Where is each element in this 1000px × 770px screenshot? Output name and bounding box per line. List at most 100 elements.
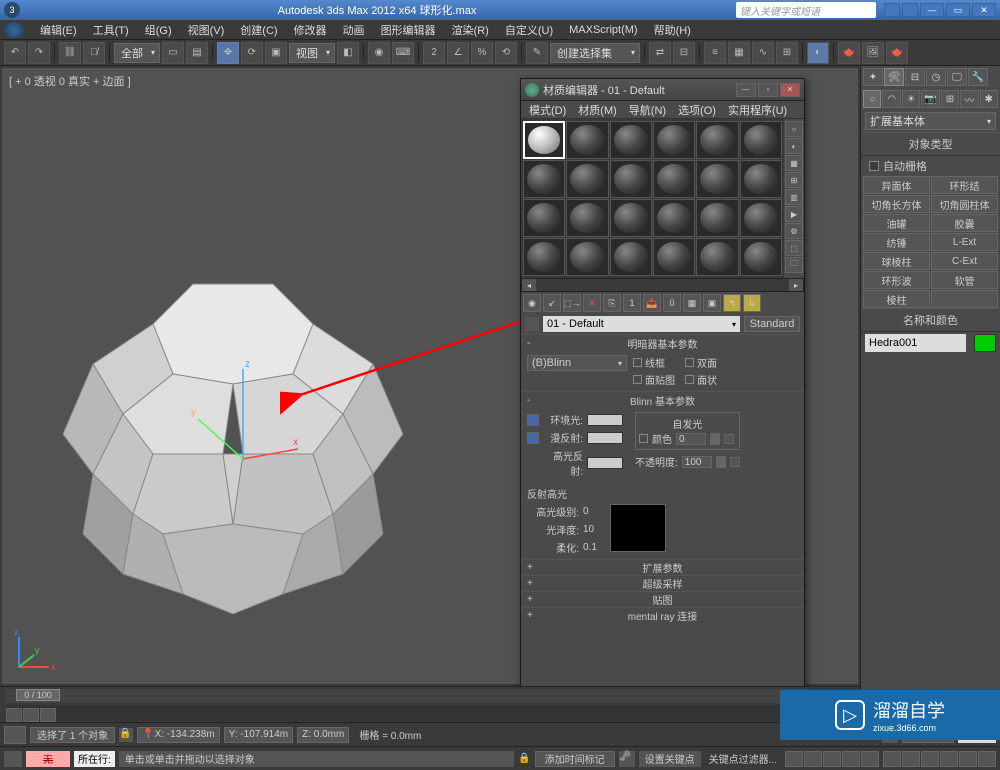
- ambient-lock-icon[interactable]: [527, 414, 539, 426]
- help-search-input[interactable]: 键入关键字或短语: [736, 2, 876, 18]
- motion-tab-icon[interactable]: ◷: [926, 68, 946, 86]
- help-button[interactable]: [902, 3, 918, 17]
- selfillum-spinner[interactable]: 0: [676, 433, 706, 445]
- systems-icon[interactable]: ✱: [980, 90, 998, 108]
- material-slot[interactable]: [740, 238, 782, 276]
- named-selection-dropdown[interactable]: 创建选择集: [550, 43, 640, 63]
- btn-cext[interactable]: C-Ext: [931, 252, 998, 270]
- redo-icon[interactable]: ↷: [28, 42, 50, 64]
- btn-hedra[interactable]: 异面体: [863, 176, 930, 194]
- material-slot[interactable]: [566, 238, 608, 276]
- select-scale-icon[interactable]: ▣: [265, 42, 287, 64]
- time-ruler[interactable]: [6, 705, 810, 721]
- select-by-mat-icon[interactable]: ⬚: [785, 240, 803, 256]
- video-color-icon[interactable]: ▥: [785, 189, 803, 205]
- maxscript-mini-icon[interactable]: [4, 726, 26, 744]
- put-to-library-icon[interactable]: 📥: [643, 294, 661, 312]
- helpers-icon[interactable]: ⊞: [941, 90, 959, 108]
- soften-spinner[interactable]: 0.1: [583, 542, 597, 553]
- autogrid-checkbox[interactable]: 自动栅格: [861, 156, 1000, 176]
- btn-hose[interactable]: 软管: [931, 271, 998, 289]
- get-material-icon[interactable]: ◉: [523, 294, 541, 312]
- cameras-icon[interactable]: 📷: [921, 90, 939, 108]
- material-editor-icon[interactable]: ◐: [807, 42, 829, 64]
- select-icon[interactable]: ▭: [162, 42, 184, 64]
- menu-group[interactable]: 组(G): [137, 22, 180, 38]
- material-slot[interactable]: [696, 121, 738, 159]
- rollout-blinn-params[interactable]: -Blinn 基本参数: [521, 392, 804, 408]
- link-icon[interactable]: ⛓: [59, 42, 81, 64]
- material-slot[interactable]: [653, 199, 695, 237]
- restore-button[interactable]: ▭: [946, 3, 970, 17]
- menu-maxscript[interactable]: MAXScript(M): [561, 24, 645, 36]
- material-slot[interactable]: [523, 238, 565, 276]
- btn-prism[interactable]: 棱柱: [863, 290, 930, 308]
- material-slot[interactable]: [740, 160, 782, 198]
- go-forward-icon[interactable]: ↳: [743, 294, 761, 312]
- hierarchy-tab-icon[interactable]: ⊟: [905, 68, 925, 86]
- menu-modifiers[interactable]: 修改器: [286, 22, 335, 38]
- scroll-right-icon[interactable]: ▸: [789, 279, 803, 291]
- selfillum-map-button[interactable]: [724, 434, 734, 444]
- shapes-icon[interactable]: ◠: [882, 90, 900, 108]
- dialog-minimize-button[interactable]: —: [736, 83, 756, 97]
- matmenu-utilities[interactable]: 实用程序(U): [722, 102, 793, 118]
- twosided-checkbox[interactable]: 双面: [685, 355, 717, 370]
- opacity-map-button[interactable]: [730, 457, 740, 467]
- undo-icon[interactable]: ↶: [4, 42, 26, 64]
- menu-grapheditors[interactable]: 图形编辑器: [373, 22, 444, 38]
- facemap-checkbox[interactable]: 面贴图: [633, 372, 675, 387]
- star-button[interactable]: [884, 3, 900, 17]
- schematic-icon[interactable]: ⊞: [776, 42, 798, 64]
- material-slot[interactable]: [523, 160, 565, 198]
- menu-animation[interactable]: 动画: [335, 22, 373, 38]
- geometry-icon[interactable]: ○: [863, 90, 881, 108]
- pan-icon[interactable]: [883, 751, 901, 767]
- assign-to-selection-icon[interactable]: ⬚→: [563, 294, 581, 312]
- show-end-result-icon[interactable]: ▣: [703, 294, 721, 312]
- spinner-buttons[interactable]: [710, 433, 720, 445]
- btn-spindle[interactable]: 纺锤: [863, 233, 930, 251]
- menu-help[interactable]: 帮助(H): [646, 22, 699, 38]
- transform-gizmo[interactable]: z x y: [183, 349, 303, 469]
- pivot-icon[interactable]: ◧: [337, 42, 359, 64]
- make-copy-icon[interactable]: ⎘: [603, 294, 621, 312]
- material-slot[interactable]: [610, 199, 652, 237]
- unlink-icon[interactable]: ⛓̸: [83, 42, 105, 64]
- btn-gengon[interactable]: 球棱柱: [863, 252, 930, 270]
- snap-angle-icon[interactable]: ∠: [447, 42, 469, 64]
- minimize-button[interactable]: —: [920, 3, 944, 17]
- add-time-tag-button[interactable]: 添加时间标记: [535, 751, 615, 767]
- zoom-icon[interactable]: [902, 751, 920, 767]
- layers-icon[interactable]: ≡: [704, 42, 726, 64]
- time-slider[interactable]: 0 / 100: [6, 689, 810, 703]
- matmenu-material[interactable]: 材质(M): [572, 102, 623, 118]
- spacewarps-icon[interactable]: 〰: [960, 90, 978, 108]
- prev-frame-icon[interactable]: [804, 751, 822, 767]
- show-map-icon[interactable]: ▦: [683, 294, 701, 312]
- menu-edit[interactable]: 编辑(E): [32, 22, 85, 38]
- menu-tools[interactable]: 工具(T): [85, 22, 137, 38]
- material-name-input[interactable]: 01 - Default: [543, 316, 740, 332]
- options-icon[interactable]: ⚙: [785, 223, 803, 239]
- render-production-icon[interactable]: 🫖: [886, 42, 908, 64]
- selfcolor-checkbox[interactable]: [639, 434, 648, 443]
- key-large-icon[interactable]: 🗝: [619, 751, 635, 767]
- wireframe-checkbox[interactable]: 线框: [633, 355, 675, 370]
- shader-dropdown[interactable]: (B)Blinn: [527, 355, 627, 371]
- matid-channel-icon[interactable]: 0: [663, 294, 681, 312]
- selection-filter-dropdown[interactable]: 全部: [114, 43, 160, 63]
- fov-icon[interactable]: [940, 751, 958, 767]
- sample-type-icon[interactable]: ○: [785, 121, 803, 137]
- menu-rendering[interactable]: 渲染(R): [444, 22, 497, 38]
- gloss-spinner[interactable]: 10: [583, 524, 594, 535]
- btn-torusknot[interactable]: 环形结: [931, 176, 998, 194]
- mirror-icon[interactable]: ⇄: [649, 42, 671, 64]
- rollout-mentalray[interactable]: +mental ray 连接: [521, 607, 804, 623]
- dialog-titlebar[interactable]: 材质编辑器 - 01 - Default — ▫ ✕: [521, 79, 804, 101]
- rendered-frame-icon[interactable]: 🖼: [862, 42, 884, 64]
- coord-z[interactable]: Z: 0.0mm: [297, 727, 349, 743]
- create-tab-icon[interactable]: ✦: [863, 68, 883, 86]
- matmenu-options[interactable]: 选项(O): [672, 102, 722, 118]
- utilities-tab-icon[interactable]: 🔧: [968, 68, 988, 86]
